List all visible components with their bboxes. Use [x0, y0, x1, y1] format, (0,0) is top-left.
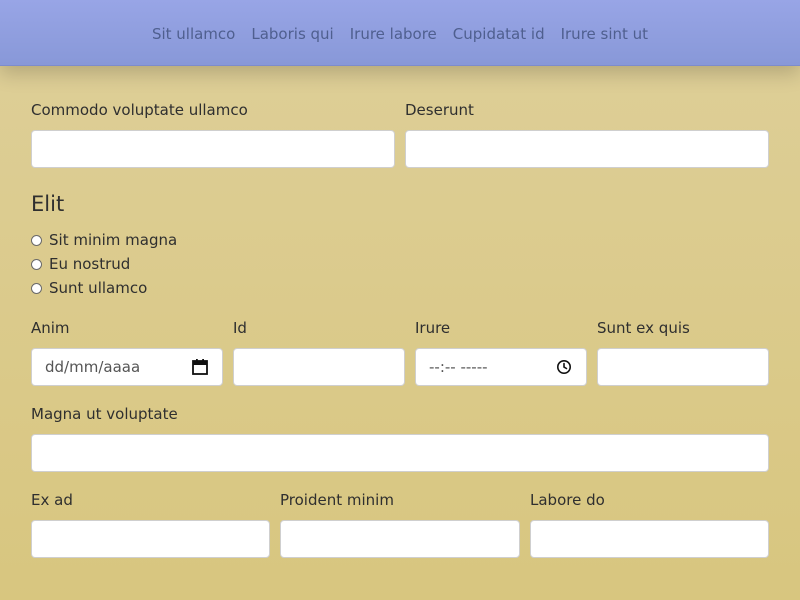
deserunt-label: Deserunt [405, 101, 474, 119]
deserunt-input[interactable] [405, 130, 769, 168]
radio-button[interactable] [31, 258, 42, 270]
proident-minim-label: Proident minim [280, 491, 394, 509]
time-placeholder: --:-- ----- [429, 358, 488, 376]
labore-do-label: Labore do [530, 491, 605, 509]
radio-button[interactable] [31, 282, 42, 294]
nav-link-cupidatat-id[interactable]: Cupidatat id [453, 24, 545, 44]
proident-minim-input[interactable] [280, 520, 520, 558]
id-input[interactable] [233, 348, 405, 386]
radio-option-sunt-ullamco[interactable]: Sunt ullamco [31, 278, 147, 298]
nav-link-sit-ullamco[interactable]: Sit ullamco [152, 24, 235, 44]
radio-option-eu-nostrud[interactable]: Eu nostrud [31, 254, 130, 274]
sunt-ex-quis-label: Sunt ex quis [597, 319, 690, 337]
ex-ad-input[interactable] [31, 520, 270, 558]
irure-label: Irure [415, 319, 451, 337]
radio-option-sit-minim-magna[interactable]: Sit minim magna [31, 230, 177, 250]
radio-label: Sit minim magna [49, 231, 178, 249]
sunt-ex-quis-input[interactable] [597, 348, 769, 386]
ex-ad-label: Ex ad [31, 491, 73, 509]
nav-link-laboris-qui[interactable]: Laboris qui [251, 24, 333, 44]
section-title: Elit [31, 192, 65, 216]
magna-ut-voluptate-label: Magna ut voluptate [31, 405, 178, 423]
clock-icon[interactable] [555, 358, 573, 376]
date-placeholder: dd/mm/aaaa [45, 358, 141, 376]
labore-do-input[interactable] [530, 520, 769, 558]
magna-ut-voluptate-input[interactable] [31, 434, 769, 472]
nav-link-irure-labore[interactable]: Irure labore [350, 24, 437, 44]
anim-date-input[interactable]: dd/mm/aaaa [31, 348, 223, 386]
nav-link-irure-sint-ut[interactable]: Irure sint ut [561, 24, 648, 44]
radio-label: Eu nostrud [49, 255, 131, 273]
commodo-voluptate-ullamco-input[interactable] [31, 130, 395, 168]
anim-label: Anim [31, 319, 70, 337]
top-navbar: Sit ullamco Laboris qui Irure labore Cup… [0, 0, 800, 66]
radio-label: Sunt ullamco [49, 279, 148, 297]
commodo-voluptate-ullamco-label: Commodo voluptate ullamco [31, 101, 248, 119]
calendar-icon[interactable] [191, 358, 209, 376]
irure-time-input[interactable]: --:-- ----- [415, 348, 587, 386]
radio-button[interactable] [31, 234, 42, 246]
id-label: Id [233, 319, 247, 337]
